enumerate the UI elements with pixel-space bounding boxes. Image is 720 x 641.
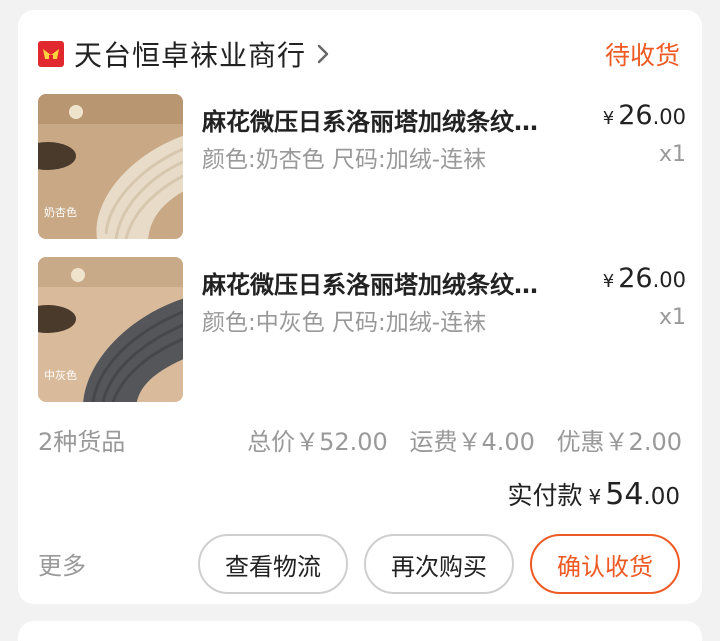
product-title[interactable]: 麻花微压日系洛丽塔加绒条纹… [202, 265, 582, 300]
buy-again-button[interactable]: 再次购买 [364, 534, 514, 594]
view-logistics-button[interactable]: 查看物流 [198, 534, 348, 594]
more-link[interactable]: 更多 [38, 546, 86, 581]
shop-name[interactable]: 天台恒卓袜业商行 [74, 34, 306, 74]
product-thumbnail[interactable]: 奶杏色 [38, 94, 183, 239]
total-price: 总价￥52.00 [247, 428, 388, 456]
product-sku: 颜色:奶杏色 尺码:加绒-连袜 [202, 147, 487, 173]
product-title[interactable]: 麻花微压日系洛丽塔加绒条纹… [202, 102, 582, 137]
thumbnail-label: 奶杏色 [44, 206, 77, 219]
product-thumbnail[interactable]: 中灰色 [38, 257, 183, 402]
product-quantity: x1 [658, 305, 686, 330]
product-price: ¥26.00 [602, 100, 686, 131]
order-item[interactable]: 中灰色 麻花微压日系洛丽塔加绒条纹… 颜色:中灰色 尺码:加绒-连袜 ¥26.0… [38, 257, 686, 403]
order-status: 待收货 [604, 41, 680, 70]
goods-count: 2种货品 [38, 428, 126, 456]
chevron-right-icon[interactable] [316, 42, 330, 66]
product-price: ¥26.00 [602, 263, 686, 294]
discount-amount: 优惠￥2.00 [556, 428, 682, 456]
confirm-receipt-button[interactable]: 确认收货 [530, 534, 680, 594]
product-quantity: x1 [658, 142, 686, 167]
order-card: 天台恒卓袜业商行 待收货 奶杏色 麻花微压日系洛丽塔加绒条纹… 颜色:奶杏色 尺… [18, 10, 702, 604]
shipping-fee: 运费￥4.00 [409, 428, 535, 456]
shop-header[interactable]: 天台恒卓袜业商行 [38, 34, 330, 74]
shop-logo-icon [38, 41, 64, 67]
next-card-edge [18, 621, 702, 641]
paid-amount: 实付款 ¥54.00 [507, 477, 680, 512]
paid-label: 实付款 [507, 481, 583, 510]
thumbnail-label: 中灰色 [44, 369, 77, 382]
order-item[interactable]: 奶杏色 麻花微压日系洛丽塔加绒条纹… 颜色:奶杏色 尺码:加绒-连袜 ¥26.0… [38, 94, 686, 240]
product-sku: 颜色:中灰色 尺码:加绒-连袜 [202, 310, 487, 336]
